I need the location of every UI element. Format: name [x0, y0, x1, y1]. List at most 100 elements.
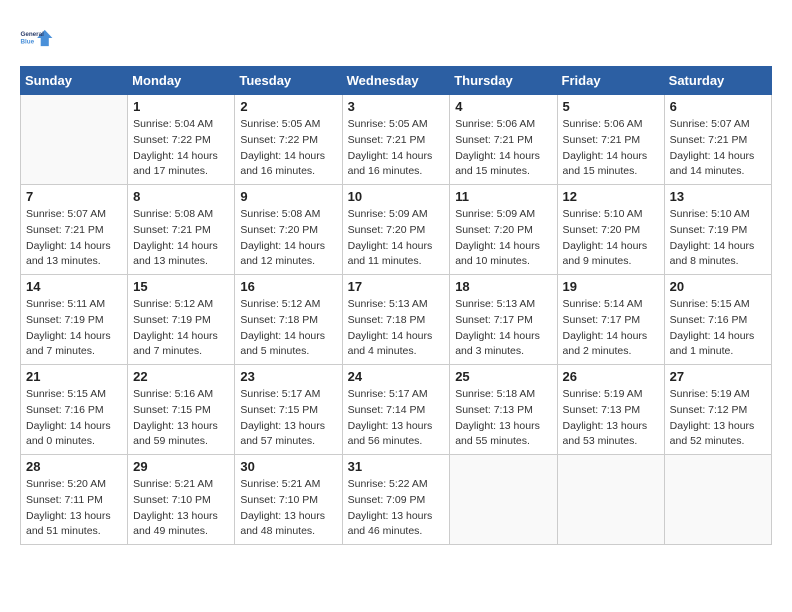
day-info: Sunrise: 5:17 AMSunset: 7:15 PMDaylight:…: [240, 387, 336, 450]
calendar-cell: [450, 455, 557, 545]
calendar-cell: 6Sunrise: 5:07 AMSunset: 7:21 PMDaylight…: [664, 95, 771, 185]
day-number: 21: [26, 369, 122, 384]
day-number: 25: [455, 369, 551, 384]
day-info: Sunrise: 5:11 AMSunset: 7:19 PMDaylight:…: [26, 297, 122, 360]
day-number: 26: [563, 369, 659, 384]
week-row-2: 7Sunrise: 5:07 AMSunset: 7:21 PMDaylight…: [21, 185, 772, 275]
day-info: Sunrise: 5:05 AMSunset: 7:22 PMDaylight:…: [240, 117, 336, 180]
day-number: 24: [348, 369, 445, 384]
calendar-cell: 28Sunrise: 5:20 AMSunset: 7:11 PMDayligh…: [21, 455, 128, 545]
day-number: 12: [563, 189, 659, 204]
week-row-4: 21 Sunrise: 5:15 AMSunset: 7:16 PMDayligh…: [21, 365, 772, 455]
calendar-cell: 20 Sunrise: 5:15 AMSunset: 7:16 PMDayligh…: [664, 275, 771, 365]
day-number: 27: [670, 369, 766, 384]
weekday-header-saturday: Saturday: [664, 67, 771, 95]
day-number: 3: [348, 99, 445, 114]
calendar-cell: 15 Sunrise: 5:12 AMSunset: 7:19 PMDayligh…: [128, 275, 235, 365]
day-number: 13: [670, 189, 766, 204]
day-number: 1: [133, 99, 229, 114]
day-info: Sunrise: 5:20 AMSunset: 7:11 PMDaylight:…: [26, 477, 122, 540]
svg-text:Blue: Blue: [20, 38, 34, 45]
day-number: 20: [670, 279, 766, 294]
calendar-cell: 14Sunrise: 5:11 AMSunset: 7:19 PMDayligh…: [21, 275, 128, 365]
day-info: Sunrise: 5:08 AMSunset: 7:21 PMDaylight:…: [133, 207, 229, 270]
day-info: Sunrise: 5:04 AMSunset: 7:22 PMDaylight:…: [133, 117, 229, 180]
day-number: 8: [133, 189, 229, 204]
day-number: 16: [240, 279, 336, 294]
calendar-cell: 30 Sunrise: 5:21 AMSunset: 7:10 PMDayligh…: [235, 455, 342, 545]
day-number: 7: [26, 189, 122, 204]
day-number: 4: [455, 99, 551, 114]
day-info: Sunrise: 5:12 AMSunset: 7:19 PMDaylight:…: [133, 297, 229, 360]
day-info: Sunrise: 5:07 AMSunset: 7:21 PMDaylight:…: [670, 117, 766, 180]
day-info: Sunrise: 5:06 AMSunset: 7:21 PMDaylight:…: [455, 117, 551, 180]
day-info: Sunrise: 5:12 AMSunset: 7:18 PMDaylight:…: [240, 297, 336, 360]
svg-text:General: General: [20, 31, 44, 38]
day-number: 5: [563, 99, 659, 114]
calendar-cell: 27 Sunrise: 5:19 AMSunset: 7:12 PMDayligh…: [664, 365, 771, 455]
calendar-cell: 23 Sunrise: 5:17 AMSunset: 7:15 PMDayligh…: [235, 365, 342, 455]
week-row-1: 1 Sunrise: 5:04 AMSunset: 7:22 PMDaylight…: [21, 95, 772, 185]
calendar-cell: 3Sunrise: 5:05 AMSunset: 7:21 PMDaylight…: [342, 95, 450, 185]
calendar-cell: 1 Sunrise: 5:04 AMSunset: 7:22 PMDaylight…: [128, 95, 235, 185]
calendar-cell: 16 Sunrise: 5:12 AMSunset: 7:18 PMDayligh…: [235, 275, 342, 365]
calendar-cell: 4 Sunrise: 5:06 AMSunset: 7:21 PMDaylight…: [450, 95, 557, 185]
day-number: 18: [455, 279, 551, 294]
calendar-cell: 17 Sunrise: 5:13 AMSunset: 7:18 PMDayligh…: [342, 275, 450, 365]
calendar-cell: 21 Sunrise: 5:15 AMSunset: 7:16 PMDayligh…: [21, 365, 128, 455]
calendar-table: SundayMondayTuesdayWednesdayThursdayFrid…: [20, 66, 772, 545]
calendar-cell: 18 Sunrise: 5:13 AMSunset: 7:17 PMDayligh…: [450, 275, 557, 365]
logo-icon: GeneralBlue: [20, 20, 56, 56]
day-number: 17: [348, 279, 445, 294]
day-info: Sunrise: 5:13 AMSunset: 7:17 PMDaylight:…: [455, 297, 551, 360]
weekday-header-sunday: Sunday: [21, 67, 128, 95]
day-info: Sunrise: 5:10 AMSunset: 7:19 PMDaylight:…: [670, 207, 766, 270]
day-info: Sunrise: 5:14 AMSunset: 7:17 PMDaylight:…: [563, 297, 659, 360]
day-number: 15: [133, 279, 229, 294]
weekday-header-monday: Monday: [128, 67, 235, 95]
day-info: Sunrise: 5:17 AMSunset: 7:14 PMDaylight:…: [348, 387, 445, 450]
day-number: 23: [240, 369, 336, 384]
calendar-cell: 19 Sunrise: 5:14 AMSunset: 7:17 PMDayligh…: [557, 275, 664, 365]
day-info: Sunrise: 5:10 AMSunset: 7:20 PMDaylight:…: [563, 207, 659, 270]
calendar-cell: 8 Sunrise: 5:08 AMSunset: 7:21 PMDaylight…: [128, 185, 235, 275]
day-number: 29: [133, 459, 229, 474]
day-info: Sunrise: 5:08 AMSunset: 7:20 PMDaylight:…: [240, 207, 336, 270]
day-info: Sunrise: 5:15 AMSunset: 7:16 PMDaylight:…: [26, 387, 122, 450]
day-info: Sunrise: 5:16 AMSunset: 7:15 PMDaylight:…: [133, 387, 229, 450]
day-info: Sunrise: 5:21 AMSunset: 7:10 PMDaylight:…: [133, 477, 229, 540]
calendar-cell: 25 Sunrise: 5:18 AMSunset: 7:13 PMDayligh…: [450, 365, 557, 455]
calendar-cell: 31 Sunrise: 5:22 AMSunset: 7:09 PMDayligh…: [342, 455, 450, 545]
day-number: 31: [348, 459, 445, 474]
day-info: Sunrise: 5:09 AMSunset: 7:20 PMDaylight:…: [455, 207, 551, 270]
calendar-cell: 29 Sunrise: 5:21 AMSunset: 7:10 PMDayligh…: [128, 455, 235, 545]
calendar-header-row: SundayMondayTuesdayWednesdayThursdayFrid…: [21, 67, 772, 95]
calendar-cell: 13 Sunrise: 5:10 AMSunset: 7:19 PMDayligh…: [664, 185, 771, 275]
day-info: Sunrise: 5:06 AMSunset: 7:21 PMDaylight:…: [563, 117, 659, 180]
day-number: 10: [348, 189, 445, 204]
weekday-header-wednesday: Wednesday: [342, 67, 450, 95]
calendar-cell: 7Sunrise: 5:07 AMSunset: 7:21 PMDaylight…: [21, 185, 128, 275]
day-info: Sunrise: 5:13 AMSunset: 7:18 PMDaylight:…: [348, 297, 445, 360]
week-row-5: 28Sunrise: 5:20 AMSunset: 7:11 PMDayligh…: [21, 455, 772, 545]
day-info: Sunrise: 5:19 AMSunset: 7:12 PMDaylight:…: [670, 387, 766, 450]
day-info: Sunrise: 5:15 AMSunset: 7:16 PMDaylight:…: [670, 297, 766, 360]
calendar-cell: 10Sunrise: 5:09 AMSunset: 7:20 PMDayligh…: [342, 185, 450, 275]
day-number: 9: [240, 189, 336, 204]
calendar-cell: 9 Sunrise: 5:08 AMSunset: 7:20 PMDaylight…: [235, 185, 342, 275]
calendar-cell: 22Sunrise: 5:16 AMSunset: 7:15 PMDayligh…: [128, 365, 235, 455]
day-number: 2: [240, 99, 336, 114]
page-header: GeneralBlue: [20, 20, 772, 56]
day-info: Sunrise: 5:22 AMSunset: 7:09 PMDaylight:…: [348, 477, 445, 540]
day-info: Sunrise: 5:21 AMSunset: 7:10 PMDaylight:…: [240, 477, 336, 540]
weekday-header-tuesday: Tuesday: [235, 67, 342, 95]
calendar-cell: 2 Sunrise: 5:05 AMSunset: 7:22 PMDaylight…: [235, 95, 342, 185]
day-number: 19: [563, 279, 659, 294]
day-info: Sunrise: 5:18 AMSunset: 7:13 PMDaylight:…: [455, 387, 551, 450]
calendar-cell: [21, 95, 128, 185]
calendar-cell: 24 Sunrise: 5:17 AMSunset: 7:14 PMDayligh…: [342, 365, 450, 455]
day-number: 30: [240, 459, 336, 474]
calendar-cell: 11Sunrise: 5:09 AMSunset: 7:20 PMDayligh…: [450, 185, 557, 275]
calendar-cell: 12 Sunrise: 5:10 AMSunset: 7:20 PMDayligh…: [557, 185, 664, 275]
calendar-cell: 5 Sunrise: 5:06 AMSunset: 7:21 PMDaylight…: [557, 95, 664, 185]
